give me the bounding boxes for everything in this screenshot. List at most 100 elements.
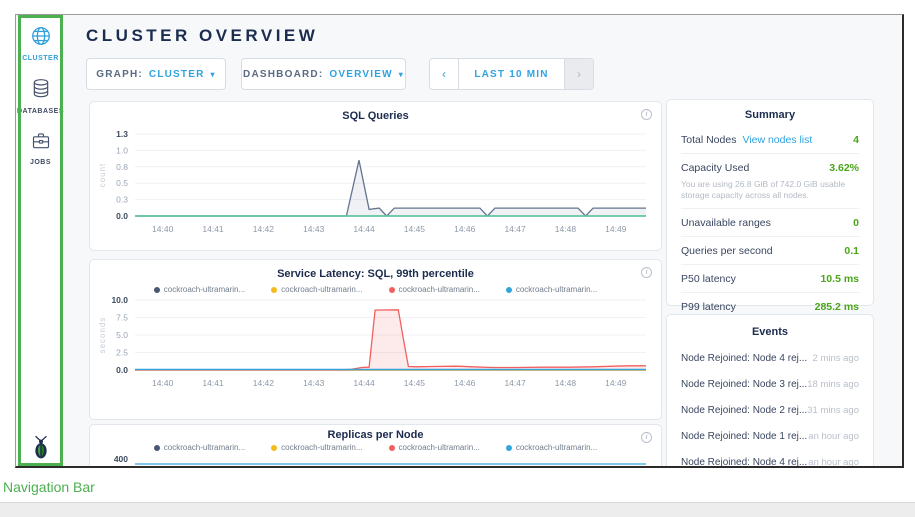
app-window: CLUSTER DATABASES bbox=[15, 14, 904, 468]
summary-value: 0 bbox=[853, 217, 859, 229]
legend-dot bbox=[271, 445, 277, 451]
svg-text:14:46: 14:46 bbox=[454, 378, 476, 388]
chart-title: Replicas per Node bbox=[90, 429, 661, 441]
svg-text:400: 400 bbox=[114, 454, 128, 464]
svg-text:14:49: 14:49 bbox=[605, 378, 627, 388]
legend-label: cockroach-ultramarin... bbox=[516, 285, 597, 294]
event-time: an hour ago bbox=[808, 431, 859, 442]
dashboard-dropdown-label: DASHBOARD: bbox=[243, 69, 323, 80]
svg-text:14:44: 14:44 bbox=[353, 224, 375, 234]
time-prev-button[interactable]: ‹ bbox=[430, 59, 459, 89]
event-text: Node Rejoined: Node 3 rej... bbox=[681, 379, 807, 390]
events-title: Events bbox=[681, 325, 859, 339]
summary-panel: Summary Total Nodes View nodes list 4 Ca… bbox=[666, 99, 874, 306]
time-range-label[interactable]: LAST 10 MIN bbox=[459, 59, 564, 89]
dashboard-dropdown[interactable]: DASHBOARD: OVERVIEW ▾ bbox=[241, 58, 406, 90]
svg-text:14:41: 14:41 bbox=[202, 378, 224, 388]
event-text: Node Rejoined: Node 1 rej... bbox=[681, 431, 807, 442]
svg-text:0.5: 0.5 bbox=[116, 178, 128, 188]
legend-dot bbox=[506, 445, 512, 451]
sidebar-item-label: JOBS bbox=[30, 159, 51, 166]
events-list: Node Rejoined: Node 4 rej... 2 mins ago … bbox=[681, 345, 859, 468]
summary-label: Queries per second bbox=[681, 245, 773, 257]
navigation-bar: CLUSTER DATABASES bbox=[18, 15, 63, 466]
page-title: CLUSTER OVERVIEW bbox=[86, 26, 318, 46]
svg-text:10.0: 10.0 bbox=[111, 295, 128, 305]
legend-dot bbox=[506, 287, 512, 293]
summary-label: Capacity Used bbox=[681, 162, 749, 174]
svg-text:2.5: 2.5 bbox=[116, 348, 128, 358]
event-row: Node Rejoined: Node 3 rej... 18 mins ago bbox=[681, 371, 859, 397]
event-text: Node Rejoined: Node 4 rej... bbox=[681, 457, 807, 468]
globe-icon bbox=[30, 25, 52, 52]
view-nodes-list-link[interactable]: View nodes list bbox=[742, 134, 812, 146]
legend-dot bbox=[389, 445, 395, 451]
event-row: Node Rejoined: Node 4 rej... 2 mins ago bbox=[681, 345, 859, 371]
cockroachdb-logo[interactable] bbox=[18, 434, 63, 460]
svg-text:14:40: 14:40 bbox=[152, 378, 174, 388]
briefcase-icon bbox=[31, 131, 51, 156]
legend-label: cockroach-ultramarin... bbox=[399, 285, 480, 294]
svg-text:14:40: 14:40 bbox=[152, 224, 174, 234]
svg-text:14:45: 14:45 bbox=[404, 224, 426, 234]
svg-text:1.0: 1.0 bbox=[116, 145, 128, 155]
svg-text:14:42: 14:42 bbox=[253, 224, 275, 234]
chart-legend: cockroach-ultramarin... cockroach-ultram… bbox=[90, 285, 661, 294]
chart-title: Service Latency: SQL, 99th percentile bbox=[90, 268, 661, 280]
svg-text:count: count bbox=[98, 163, 107, 188]
svg-text:1.3: 1.3 bbox=[116, 129, 128, 139]
graph-dropdown[interactable]: GRAPH: CLUSTER ▾ bbox=[86, 58, 226, 90]
sql-queries-plot: 1.31.00.80.50.30.0count14:4014:4114:4214… bbox=[90, 130, 663, 250]
svg-text:14:46: 14:46 bbox=[454, 224, 476, 234]
page: CLUSTER DATABASES bbox=[0, 0, 915, 517]
summary-row-total-nodes: Total Nodes View nodes list 4 bbox=[681, 126, 859, 153]
svg-text:7.5: 7.5 bbox=[116, 313, 128, 323]
sidebar-item-cluster[interactable]: CLUSTER bbox=[22, 25, 59, 62]
info-icon[interactable]: i bbox=[641, 267, 652, 278]
event-row: Node Rejoined: Node 4 rej... an hour ago bbox=[681, 449, 859, 468]
sidebar-item-databases[interactable]: DATABASES bbox=[17, 78, 64, 115]
event-time: 2 mins ago bbox=[813, 353, 859, 364]
summary-label: P99 latency bbox=[681, 301, 736, 313]
info-icon[interactable]: i bbox=[641, 109, 652, 120]
svg-text:14:41: 14:41 bbox=[202, 224, 224, 234]
summary-value: 285.2 ms bbox=[815, 301, 859, 313]
event-time: 31 mins ago bbox=[807, 405, 859, 416]
svg-text:14:43: 14:43 bbox=[303, 224, 325, 234]
replicas-per-node-chart-card: Replicas per Node i cockroach-ultramarin… bbox=[89, 424, 662, 468]
svg-text:0.8: 0.8 bbox=[116, 162, 128, 172]
svg-text:14:48: 14:48 bbox=[555, 224, 577, 234]
event-text: Node Rejoined: Node 4 rej... bbox=[681, 353, 807, 364]
summary-value: 3.62% bbox=[829, 162, 859, 174]
service-latency-chart-card: Service Latency: SQL, 99th percentile i … bbox=[89, 259, 662, 420]
summary-title: Summary bbox=[681, 108, 859, 122]
summary-row-p50: P50 latency 10.5 ms bbox=[681, 264, 859, 292]
time-next-button[interactable]: › bbox=[564, 59, 593, 89]
summary-label: Unavailable ranges bbox=[681, 217, 771, 229]
legend-label: cockroach-ultramarin... bbox=[164, 285, 245, 294]
summary-value: 10.5 ms bbox=[820, 273, 859, 285]
event-row: Node Rejoined: Node 1 rej... an hour ago bbox=[681, 423, 859, 449]
svg-text:seconds: seconds bbox=[98, 317, 107, 354]
sidebar-item-jobs[interactable]: JOBS bbox=[30, 131, 51, 166]
svg-text:5.0: 5.0 bbox=[116, 330, 128, 340]
chart-title: SQL Queries bbox=[90, 110, 661, 122]
summary-row-capacity: Capacity Used 3.62% bbox=[681, 153, 859, 181]
replicas-per-node-plot: 400 bbox=[90, 451, 663, 468]
svg-text:14:49: 14:49 bbox=[605, 224, 627, 234]
sidebar-item-label: CLUSTER bbox=[22, 55, 59, 62]
info-icon[interactable]: i bbox=[641, 432, 652, 443]
sidebar-item-label: DATABASES bbox=[17, 108, 64, 115]
summary-row-unavailable-ranges: Unavailable ranges 0 bbox=[681, 208, 859, 236]
event-time: 18 mins ago bbox=[807, 379, 859, 390]
legend-label: cockroach-ultramarin... bbox=[281, 285, 362, 294]
graph-dropdown-value: CLUSTER bbox=[149, 69, 205, 80]
database-icon bbox=[31, 78, 51, 105]
page-footer-strip bbox=[0, 502, 915, 517]
dashboard-dropdown-value: OVERVIEW bbox=[329, 69, 392, 80]
svg-text:0.0: 0.0 bbox=[116, 211, 128, 221]
legend-dot bbox=[389, 287, 395, 293]
annotation-label: Navigation Bar bbox=[3, 479, 95, 495]
time-range-selector: ‹ LAST 10 MIN › bbox=[429, 58, 594, 90]
legend-dot bbox=[154, 287, 160, 293]
